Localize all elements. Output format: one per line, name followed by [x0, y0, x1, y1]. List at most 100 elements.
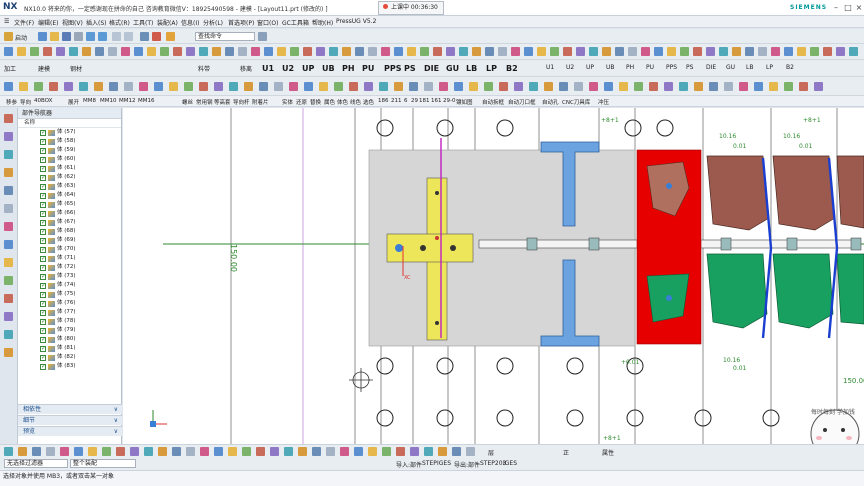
toolbar-quick-icon[interactable] — [304, 82, 313, 91]
toolbar-quick-icon[interactable] — [394, 82, 403, 91]
toolbar-quick-icon[interactable] — [154, 82, 163, 91]
die-button[interactable]: DIE — [424, 63, 439, 74]
toolbar-quick-icon[interactable] — [799, 82, 808, 91]
toolbar-quick-icon[interactable] — [4, 82, 13, 91]
toolbar-quick-icon[interactable] — [589, 82, 598, 91]
toolbar-feature-icon[interactable] — [433, 47, 442, 56]
toolbar-quick-icon[interactable] — [499, 82, 508, 91]
open-icon[interactable] — [50, 32, 59, 41]
toolbar-quick-icon[interactable] — [94, 82, 103, 91]
toolbar-feature-icon[interactable] — [290, 47, 299, 56]
snap-tool-icon[interactable] — [32, 447, 41, 456]
cmd-guide-rod[interactable]: 导向杆 — [233, 98, 250, 106]
menu-edit[interactable]: 编辑(E) — [38, 18, 58, 27]
minimize-icon[interactable]: – — [830, 1, 842, 14]
u2-button[interactable]: U2 — [282, 63, 294, 74]
toolbar-feature-icon[interactable] — [4, 47, 13, 56]
toolbar-quick-icon[interactable] — [574, 82, 583, 91]
cut-icon[interactable] — [74, 32, 83, 41]
toolbar-quick-icon[interactable] — [559, 82, 568, 91]
menu-assembly[interactable]: 装配(A) — [157, 18, 178, 27]
copy-icon[interactable] — [112, 32, 121, 41]
tree-item[interactable]: ✓ 体 (80) — [18, 335, 121, 344]
toolbar-quick-icon[interactable] — [604, 82, 613, 91]
gu-small[interactable]: GU — [726, 64, 735, 71]
resource-tab-icon[interactable] — [4, 348, 13, 357]
toolbar-quick-icon[interactable] — [259, 82, 268, 91]
toolbar-feature-icon[interactable] — [173, 47, 182, 56]
toolbar-quick-icon[interactable] — [214, 82, 223, 91]
toolbar-feature-icon[interactable] — [732, 47, 741, 56]
cmd-mm16[interactable]: MM16 — [138, 98, 155, 104]
toolbar-quick-icon[interactable] — [739, 82, 748, 91]
toolbar-quick-icon[interactable] — [424, 82, 433, 91]
toolbar-feature-icon[interactable] — [355, 47, 364, 56]
up-small[interactable]: UP — [586, 64, 594, 71]
snap-tool-icon[interactable] — [116, 447, 125, 456]
toolbar-quick-icon[interactable] — [184, 82, 193, 91]
toolbar-quick-icon[interactable] — [19, 82, 28, 91]
pps-button[interactable]: PPS — [384, 63, 402, 74]
menu-tools[interactable]: 工具(T) — [133, 18, 153, 27]
toolbar-feature-icon[interactable] — [563, 47, 572, 56]
toolbar-feature-icon[interactable] — [771, 47, 780, 56]
menu-gc-toolbox[interactable]: GC工具箱 — [282, 18, 309, 27]
tree-item[interactable]: ✓ 体 (69) — [18, 236, 121, 245]
attr-label[interactable]: 属性 — [602, 448, 614, 457]
toolbar-quick-icon[interactable] — [169, 82, 178, 91]
lb-button[interactable]: LB — [466, 63, 477, 74]
toolbar-feature-icon[interactable] — [485, 47, 494, 56]
b2-small[interactable]: B2 — [786, 64, 794, 71]
snap-tool-icon[interactable] — [172, 447, 181, 456]
cmd-mm10[interactable]: MM10 — [100, 98, 117, 104]
toolbar-feature-icon[interactable] — [680, 47, 689, 56]
toolbar-feature-icon[interactable] — [82, 47, 91, 56]
snap-tool-icon[interactable] — [340, 447, 349, 456]
menu-format[interactable]: 格式(R) — [109, 18, 130, 27]
toolbar-quick-icon[interactable] — [664, 82, 673, 91]
toolbar-feature-icon[interactable] — [394, 47, 403, 56]
toolbar-feature-icon[interactable] — [56, 47, 65, 56]
cmd-cnc-lib[interactable]: CNC刀具库 — [562, 98, 590, 106]
resource-tab-icon[interactable] — [4, 114, 13, 123]
snap-tool-icon[interactable] — [466, 447, 475, 456]
tree-item[interactable]: ✓ 体 (75) — [18, 290, 121, 299]
tree-item[interactable]: ✓ 体 (83) — [18, 362, 121, 371]
toolbar-quick-icon[interactable] — [139, 82, 148, 91]
front-label[interactable]: 正 — [563, 448, 569, 457]
toolbar-feature-icon[interactable] — [342, 47, 351, 56]
toolbar-feature-icon[interactable] — [316, 47, 325, 56]
toolbar-feature-icon[interactable] — [303, 47, 312, 56]
resource-tab-icon[interactable] — [4, 276, 13, 285]
resource-tab-icon[interactable] — [4, 312, 13, 321]
toolbar-feature-icon[interactable] — [134, 47, 143, 56]
cmd-attach[interactable]: 附着片 — [252, 98, 269, 106]
snap-tool-icon[interactable] — [186, 447, 195, 456]
gu-button[interactable]: GU — [446, 63, 459, 74]
up-button[interactable]: UP — [302, 63, 314, 74]
cmd-pick-color[interactable]: 选色 — [363, 98, 374, 106]
toolbar-quick-icon[interactable] — [814, 82, 823, 91]
column-header-name[interactable]: 名称 — [18, 119, 121, 128]
toolbar-quick-icon[interactable] — [724, 82, 733, 91]
resource-tab-icon[interactable] — [4, 258, 13, 267]
snap-tool-icon[interactable] — [438, 447, 447, 456]
toolbar-quick-icon[interactable] — [709, 82, 718, 91]
toolbar-feature-icon[interactable] — [186, 47, 195, 56]
cmd-29[interactable]: 29 — [411, 98, 418, 104]
toolbar-feature-icon[interactable] — [277, 47, 286, 56]
toolbar-quick-icon[interactable] — [124, 82, 133, 91]
toolbar-quick-icon[interactable] — [769, 82, 778, 91]
cmd-replace[interactable]: 替换 — [310, 98, 321, 106]
cmd-guide[interactable]: 导向 — [20, 98, 31, 106]
snap-tool-icon[interactable] — [214, 447, 223, 456]
toolbar-quick-icon[interactable] — [634, 82, 643, 91]
menu-icon[interactable]: ☰ — [4, 18, 9, 25]
toolbar-feature-icon[interactable] — [758, 47, 767, 56]
ph-small[interactable]: PH — [626, 64, 634, 71]
save-icon[interactable] — [62, 32, 71, 41]
toolbar-feature-icon[interactable] — [836, 47, 845, 56]
cmd-186[interactable]: 186 — [378, 98, 389, 104]
toolbar-quick-icon[interactable] — [469, 82, 478, 91]
cmd-40box[interactable]: 40BOX — [34, 98, 52, 104]
